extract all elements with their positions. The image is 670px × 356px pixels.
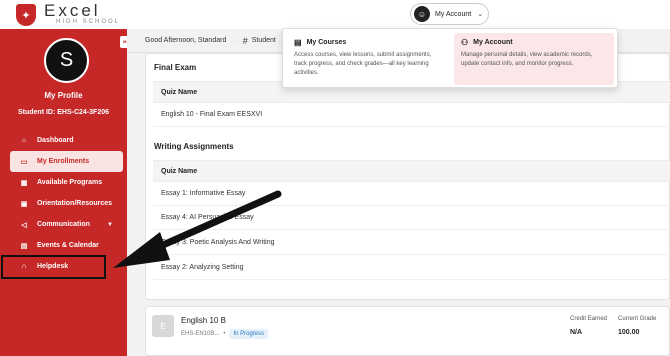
top-bar: ✦ Excel HIGH SCHOOL ☺ My Account ⌄: [0, 0, 670, 29]
user-account-icon: ☺: [414, 6, 430, 22]
hash-icon: #: [242, 35, 248, 46]
sidebar-item-dashboard[interactable]: ⌂ Dashboard: [10, 130, 123, 151]
writing-assignments-column-header: Quiz Name: [153, 160, 670, 182]
writing-assignments-title: Writing Assignments: [154, 142, 234, 151]
menu-item-my-account[interactable]: ⚇ My Account Manage personal details, vi…: [454, 33, 614, 85]
sidebar-item-label: My Enrollments: [37, 158, 90, 165]
calendar-icon: ▤: [20, 242, 28, 250]
breadcrumb[interactable]: Student: [252, 37, 276, 44]
status-badge: In Progress: [229, 329, 269, 339]
greeting: Good Afternoon, Standard: [145, 37, 227, 44]
briefcase-icon: ▣: [20, 200, 28, 208]
course-card[interactable]: E English 10 B EHS-EN10B... • In Progres…: [145, 306, 670, 356]
current-grade-label: Current Grade: [618, 316, 657, 322]
sidebar-item-label: Communication: [37, 221, 90, 228]
sidebar-item-label: Dashboard: [37, 137, 74, 144]
my-courses-title: My Courses: [306, 39, 347, 46]
profile-title[interactable]: My Profile: [0, 91, 127, 100]
brand-name: Excel: [44, 1, 101, 20]
my-account-title: My Account: [473, 39, 513, 46]
sidebar-item-my-enrollments[interactable]: ▭ My Enrollments: [10, 151, 123, 172]
sidebar-item-label: Events & Calendar: [37, 242, 99, 249]
user-settings-icon: ⚇: [461, 38, 469, 47]
sidebar-item-orientation-resources[interactable]: ▣ Orientation/Resources: [10, 193, 123, 214]
sidebar-item-communication[interactable]: ◁ Communication ▼: [10, 214, 123, 235]
avatar[interactable]: S: [44, 38, 89, 83]
account-dropdown-menu: ▤ My Courses Access courses, view lesson…: [282, 28, 618, 88]
table-row[interactable]: Essay 4: AI Persuasive Essay: [153, 206, 670, 230]
sidebar-item-label: Available Programs: [37, 179, 103, 186]
grid-icon: ▦: [20, 179, 28, 187]
quiz-card: Final Exam Quiz Name English 10 - Final …: [145, 53, 670, 300]
sidebar-item-available-programs[interactable]: ▦ Available Programs: [10, 172, 123, 193]
book-icon: ▭: [20, 158, 28, 166]
chevron-down-icon: ▼: [107, 221, 113, 228]
table-row[interactable]: Essay 3: Poetic Analysis And Writing: [153, 231, 670, 255]
sidebar-item-label: Orientation/Resources: [37, 200, 113, 207]
home-icon: ⌂: [21, 137, 27, 144]
current-grade-value: 100.00: [618, 329, 640, 336]
credit-earned-label: Credit Earned: [570, 316, 608, 322]
chevron-down-icon: ⌄: [477, 11, 484, 18]
final-exam-title: Final Exam: [154, 63, 197, 72]
school-logo[interactable]: ✦ Excel HIGH SCHOOL: [16, 2, 120, 26]
megaphone-icon: ◁: [21, 221, 27, 229]
student-id: Student ID: EHS-C24-3F206: [17, 109, 110, 116]
credit-earned-value: N/A: [570, 329, 583, 336]
brand-tagline: HIGH SCHOOL: [56, 19, 121, 25]
shield-icon: ✦: [16, 4, 36, 26]
my-account-label: My Account: [435, 10, 472, 18]
my-account-description: Manage personal details, view academic r…: [461, 52, 593, 67]
book-open-icon: ▤: [294, 38, 302, 47]
menu-item-my-courses[interactable]: ▤ My Courses Access courses, view lesson…: [287, 33, 449, 85]
my-courses-description: Access courses, view lessons, submit ass…: [294, 52, 432, 76]
sidebar-item-events-calendar[interactable]: ▤ Events & Calendar: [10, 235, 123, 256]
helpdesk-highlight-box: [1, 255, 106, 279]
table-row[interactable]: English 10 - Final Exam EESXVI: [153, 103, 670, 127]
course-code: EHS-EN10B...: [181, 331, 220, 337]
table-row[interactable]: Essay 2: Analyzing Setting: [153, 256, 670, 280]
my-account-button[interactable]: ☺ My Account ⌄: [410, 3, 489, 25]
sidebar: S My Profile Student ID: EHS-C24-3F206 ⌂…: [0, 29, 127, 356]
table-row[interactable]: Essay 1: Informative Essay: [153, 182, 670, 206]
course-title[interactable]: English 10 B: [181, 316, 226, 325]
course-badge: E: [152, 315, 174, 337]
